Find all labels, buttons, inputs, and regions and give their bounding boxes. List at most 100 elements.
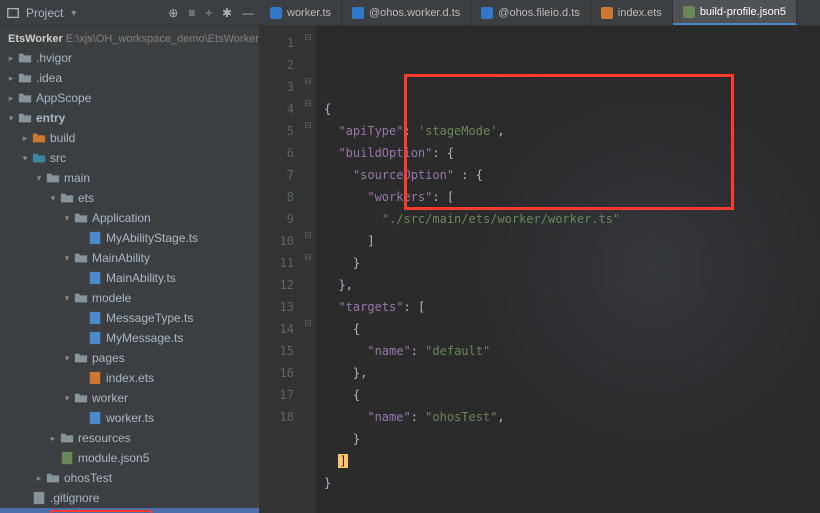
tab-worker-ts[interactable]: worker.ts: [260, 0, 342, 25]
tree-node-ohostest[interactable]: ▸ohosTest: [0, 468, 259, 488]
code-line-2[interactable]: "apiType": 'stageMode',: [324, 120, 820, 142]
tree-node-ets[interactable]: ▾ets: [0, 188, 259, 208]
tree-node-resources[interactable]: ▸resources: [0, 428, 259, 448]
tree-label: MyMessage.ts: [106, 330, 183, 346]
tree-label: MyAbilityStage.ts: [106, 230, 198, 246]
collapse-all-icon[interactable]: ÷: [205, 6, 212, 20]
tree-arrow-icon[interactable]: ▾: [62, 290, 72, 306]
tab-label: index.ets: [618, 7, 662, 19]
tree-node-myabilitystage-ts[interactable]: MyAbilityStage.ts: [0, 228, 259, 248]
folder-icon: [18, 91, 32, 105]
file-icon: [32, 491, 46, 505]
code-line-18[interactable]: }: [324, 472, 820, 494]
tree-arrow-icon[interactable]: ▾: [62, 250, 72, 266]
tab--ohos-fileio-d-ts[interactable]: @ohos.fileio.d.ts: [471, 0, 591, 25]
tree-label: module.json5: [78, 450, 149, 466]
tree-arrow-icon[interactable]: ▾: [20, 150, 30, 166]
code-line-6[interactable]: "./src/main/ets/worker/worker.ts": [324, 208, 820, 230]
folder-icon: [74, 211, 88, 225]
tree-node-modele[interactable]: ▾modele: [0, 288, 259, 308]
tree-node-appscope[interactable]: ▸AppScope: [0, 88, 259, 108]
tree-node-application[interactable]: ▾Application: [0, 208, 259, 228]
tree-arrow-icon[interactable]: ▸: [6, 70, 16, 86]
code-line-15[interactable]: "name": "ohosTest",: [324, 406, 820, 428]
code-line-17[interactable]: ]: [324, 450, 820, 472]
tree-node-main[interactable]: ▾main: [0, 168, 259, 188]
json-file-icon: [683, 6, 695, 18]
project-tool-header: Project ▼ ⊕ ≡ ÷ ✱ —: [0, 0, 260, 25]
project-sidebar: EtsWorker E:\xjs\OH_workspace_demo\EtsWo…: [0, 26, 260, 513]
project-breadcrumb: EtsWorker E:\xjs\OH_workspace_demo\EtsWo…: [0, 30, 259, 48]
expand-all-icon[interactable]: ≡: [188, 6, 195, 20]
tree-node-index-ets[interactable]: index.ets: [0, 368, 259, 388]
tree-node-messagetype-ts[interactable]: MessageType.ts: [0, 308, 259, 328]
tree-arrow-icon[interactable]: ▾: [48, 190, 58, 206]
tree-arrow-icon[interactable]: ▾: [62, 390, 72, 406]
top-bar: Project ▼ ⊕ ≡ ÷ ✱ — worker.ts@ohos.worke…: [0, 0, 820, 26]
settings-icon[interactable]: ✱: [222, 6, 232, 20]
tree-label: .hvigor: [36, 50, 72, 66]
select-opened-icon[interactable]: ⊕: [168, 6, 178, 20]
code-line-9[interactable]: },: [324, 274, 820, 296]
fold-column[interactable]: ⊟⊟⊟⊟⊟⊟⊟: [300, 26, 316, 513]
hide-icon[interactable]: —: [242, 6, 254, 20]
project-icon: [6, 6, 20, 20]
tree-arrow-icon[interactable]: ▾: [62, 210, 72, 226]
project-tree[interactable]: ▸.hvigor▸.idea▸AppScope▾entry▸build▾src▾…: [0, 48, 259, 513]
code-editor[interactable]: 123456789101112131415161718 ⊟⊟⊟⊟⊟⊟⊟ { "a…: [260, 26, 820, 513]
code-line-3[interactable]: "buildOption": {: [324, 142, 820, 164]
tab-build-profile-json5[interactable]: build-profile.json5: [673, 0, 797, 25]
tree-node--hvigor[interactable]: ▸ .hvigor: [0, 48, 259, 68]
tree-node-mainability[interactable]: ▾ MainAbility: [0, 248, 259, 268]
tree-arrow-icon[interactable]: ▾: [34, 170, 44, 186]
tree-arrow-icon[interactable]: ▸: [34, 470, 44, 486]
tree-arrow-icon[interactable]: ▾: [6, 110, 16, 126]
editor-tabs: worker.ts@ohos.worker.d.ts @ohos.fileio.d…: [260, 0, 820, 25]
tree-node-build[interactable]: ▸build: [0, 128, 259, 148]
code-line-12[interactable]: "name": "default": [324, 340, 820, 362]
code-line-14[interactable]: {: [324, 384, 820, 406]
ets-file-icon: [601, 7, 613, 19]
code-line-10[interactable]: "targets": [: [324, 296, 820, 318]
ts-file-icon: [270, 7, 282, 19]
tree-arrow-icon[interactable]: ▸: [48, 430, 58, 446]
code-area[interactable]: { "apiType": 'stageMode', "buildOption":…: [316, 26, 820, 513]
folder-icon: [46, 171, 60, 185]
tab-label: @ohos.fileio.d.ts: [498, 7, 580, 19]
code-line-16[interactable]: }: [324, 428, 820, 450]
tree-node-mainability-ts[interactable]: MainAbility.ts: [0, 268, 259, 288]
tree-arrow-icon[interactable]: ▸: [6, 90, 16, 106]
file-ts-icon: [88, 411, 102, 425]
code-line-13[interactable]: },: [324, 362, 820, 384]
code-line-1[interactable]: {: [324, 98, 820, 120]
tree-label: worker: [92, 390, 128, 406]
code-line-5[interactable]: "workers": [: [324, 186, 820, 208]
tree-label: MainAbility.ts: [106, 270, 176, 286]
tree-node-worker[interactable]: ▾ worker: [0, 388, 259, 408]
code-line-7[interactable]: ]: [324, 230, 820, 252]
tree-node-pages[interactable]: ▾pages: [0, 348, 259, 368]
tree-node--idea[interactable]: ▸.idea: [0, 68, 259, 88]
tree-node-entry[interactable]: ▾entry: [0, 108, 259, 128]
tree-node-mymessage-ts[interactable]: MyMessage.ts: [0, 328, 259, 348]
folder-icon: [74, 351, 88, 365]
tree-arrow-icon[interactable]: ▾: [62, 350, 72, 366]
code-line-4[interactable]: "sourceOption" : {: [324, 164, 820, 186]
tree-arrow-icon[interactable]: ▸: [6, 50, 16, 66]
tree-label: src: [50, 150, 66, 166]
tree-label: MainAbility: [92, 250, 150, 266]
tree-node-worker-ts[interactable]: worker.ts: [0, 408, 259, 428]
tree-label: index.ets: [106, 370, 154, 386]
tree-node--gitignore[interactable]: .gitignore: [0, 488, 259, 508]
tree-node-src[interactable]: ▾ src: [0, 148, 259, 168]
folder-icon: [18, 111, 32, 125]
code-line-8[interactable]: }: [324, 252, 820, 274]
code-line-11[interactable]: {: [324, 318, 820, 340]
tree-node-module-json5[interactable]: module.json5: [0, 448, 259, 468]
tab-index-ets[interactable]: index.ets: [591, 0, 673, 25]
project-title: Project: [26, 6, 63, 20]
tree-arrow-icon[interactable]: ▸: [20, 130, 30, 146]
tab--ohos-worker-d-ts[interactable]: @ohos.worker.d.ts: [342, 0, 471, 25]
dropdown-icon[interactable]: ▼: [69, 8, 78, 18]
tree-node-build-profile-json5[interactable]: build-profile.json5: [0, 508, 259, 513]
